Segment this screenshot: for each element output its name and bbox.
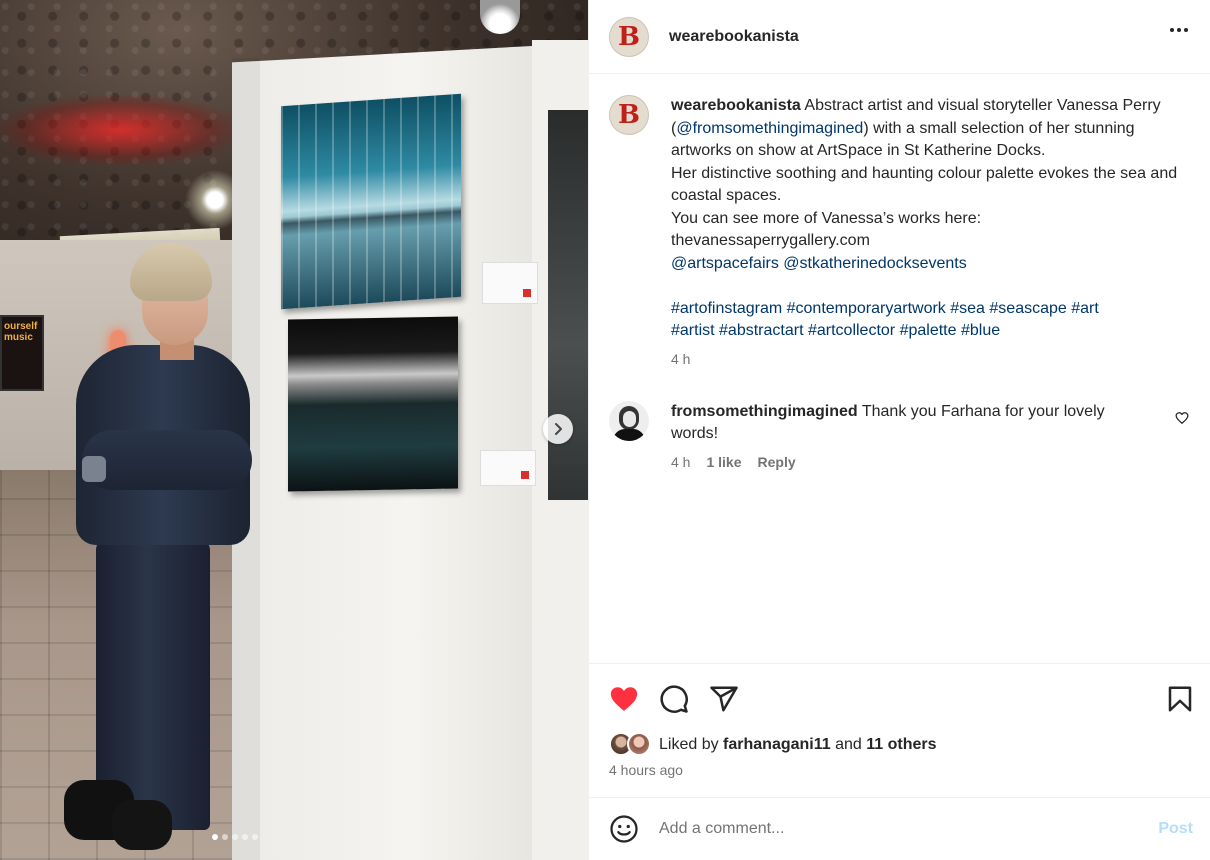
comment-bubble-icon [660, 685, 688, 713]
add-comment-bar: Post [589, 797, 1210, 860]
comment-time[interactable]: 4 h [671, 454, 690, 470]
comment-username[interactable]: fromsomethingimagined [671, 403, 858, 420]
hashtag[interactable]: #sea [950, 300, 985, 317]
bookmark-icon [1168, 686, 1192, 712]
hashtag[interactable]: #blue [961, 322, 1000, 339]
author-avatar-letter: B [618, 21, 640, 52]
comment-row: fromsomethingimagined Thank you Farhana … [609, 400, 1210, 446]
author-avatar[interactable]: B [609, 16, 649, 57]
comment-like-heart-icon[interactable] [1175, 411, 1189, 425]
smiley-icon[interactable] [609, 814, 639, 844]
likes-and: and [835, 736, 862, 753]
photo-poster-text: ourself music [4, 321, 38, 343]
paper-plane-icon [710, 686, 738, 712]
post-photo[interactable]: ourself music [0, 0, 588, 860]
action-icons-left [609, 684, 739, 714]
photo-poster: ourself music [0, 315, 44, 391]
caption-mention[interactable]: @artspacefairs [671, 255, 779, 272]
photo-artwork-label [482, 262, 538, 304]
hashtag[interactable]: #artist [671, 322, 715, 339]
caption-mention[interactable]: @stkatherinedocksevents [783, 255, 966, 272]
caption-text: wearebookanista Abstract artist and visu… [671, 95, 1181, 343]
hashtag[interactable]: #palette [900, 322, 957, 339]
heart-filled-icon [610, 687, 638, 711]
likes-text: Liked by farhanagani11 and 11 others [659, 736, 937, 754]
likes-prefix: Liked by [659, 736, 719, 753]
carousel-dots [212, 834, 258, 840]
likes-user[interactable]: farhanagani11 [723, 736, 831, 753]
caption-row: B wearebookanista Abstract artist and vi… [609, 95, 1210, 343]
photo-red-light [0, 95, 240, 165]
comment-reply-button[interactable]: Reply [758, 454, 796, 470]
photo-artwork-label [480, 450, 536, 486]
carousel-dot [222, 834, 228, 840]
comment-text: fromsomethingimagined Thank you Farhana … [671, 401, 1149, 446]
caption-line: Her distinctive soothing and haunting co… [671, 164, 1178, 205]
post-comments-area: B wearebookanista Abstract artist and vi… [589, 75, 1210, 663]
like-button[interactable] [609, 684, 639, 714]
hashtag[interactable]: #artcollector [808, 322, 895, 339]
comment-input[interactable] [659, 820, 1119, 838]
post-dialog: ourself music B wearebookanista B weareb… [0, 0, 1210, 860]
photo-person-cuff [82, 456, 106, 482]
carousel-dot [242, 834, 248, 840]
caption-username[interactable]: wearebookanista [671, 97, 801, 114]
photo-artwork-dark [288, 316, 458, 492]
caption-time[interactable]: 4 h [671, 351, 1210, 367]
carousel-dot [232, 834, 238, 840]
likes-others[interactable]: 11 others [866, 736, 936, 753]
post-actions: Liked by farhanagani11 and 11 others 4 h… [589, 663, 1210, 797]
post-side-panel: B wearebookanista B wearebookanista Abst… [588, 0, 1210, 860]
comment-likes-count[interactable]: 1 like [706, 454, 741, 470]
photo-person-shoe [112, 800, 172, 850]
comment-button[interactable] [659, 684, 689, 714]
caption-avatar-letter: B [618, 100, 640, 130]
hashtag[interactable]: #abstractart [719, 322, 803, 339]
carousel-dot-active [212, 834, 218, 840]
caption-line: You can see more of Vanessa’s works here… [671, 209, 982, 227]
post-header: B wearebookanista [589, 0, 1210, 74]
hashtag[interactable]: #artofinstagram [671, 300, 782, 317]
comment-meta: 4 h 1 like Reply [671, 454, 1210, 470]
likes-summary: Liked by farhanagani11 and 11 others [609, 732, 937, 758]
carousel-next-button[interactable] [543, 414, 573, 444]
hashtag[interactable]: #art [1071, 300, 1099, 317]
caption-mention[interactable]: @fromsomethingimagined [676, 120, 863, 137]
save-button[interactable] [1165, 684, 1195, 714]
carousel-dot [252, 834, 258, 840]
liker-avatar [627, 732, 651, 756]
post-comment-button[interactable]: Post [1158, 820, 1193, 838]
post-timestamp[interactable]: 4 hours ago [609, 762, 683, 778]
photo-artwork-blue [281, 93, 461, 310]
more-options-icon[interactable] [1170, 28, 1188, 32]
share-button[interactable] [709, 684, 739, 714]
author-username[interactable]: wearebookanista [669, 28, 799, 46]
hashtag[interactable]: #contemporaryartwork [787, 300, 946, 317]
liker-avatars[interactable] [609, 732, 655, 758]
hashtag[interactable]: #seascape [989, 300, 1066, 317]
caption-line: thevanessaperrygallery.com [671, 232, 870, 249]
chevron-right-icon [555, 423, 562, 435]
photo-person-arms [82, 430, 252, 490]
photo-artwork-blue-texture [281, 93, 461, 310]
caption-author-avatar[interactable]: B [609, 95, 649, 135]
commenter-avatar[interactable] [609, 400, 649, 441]
